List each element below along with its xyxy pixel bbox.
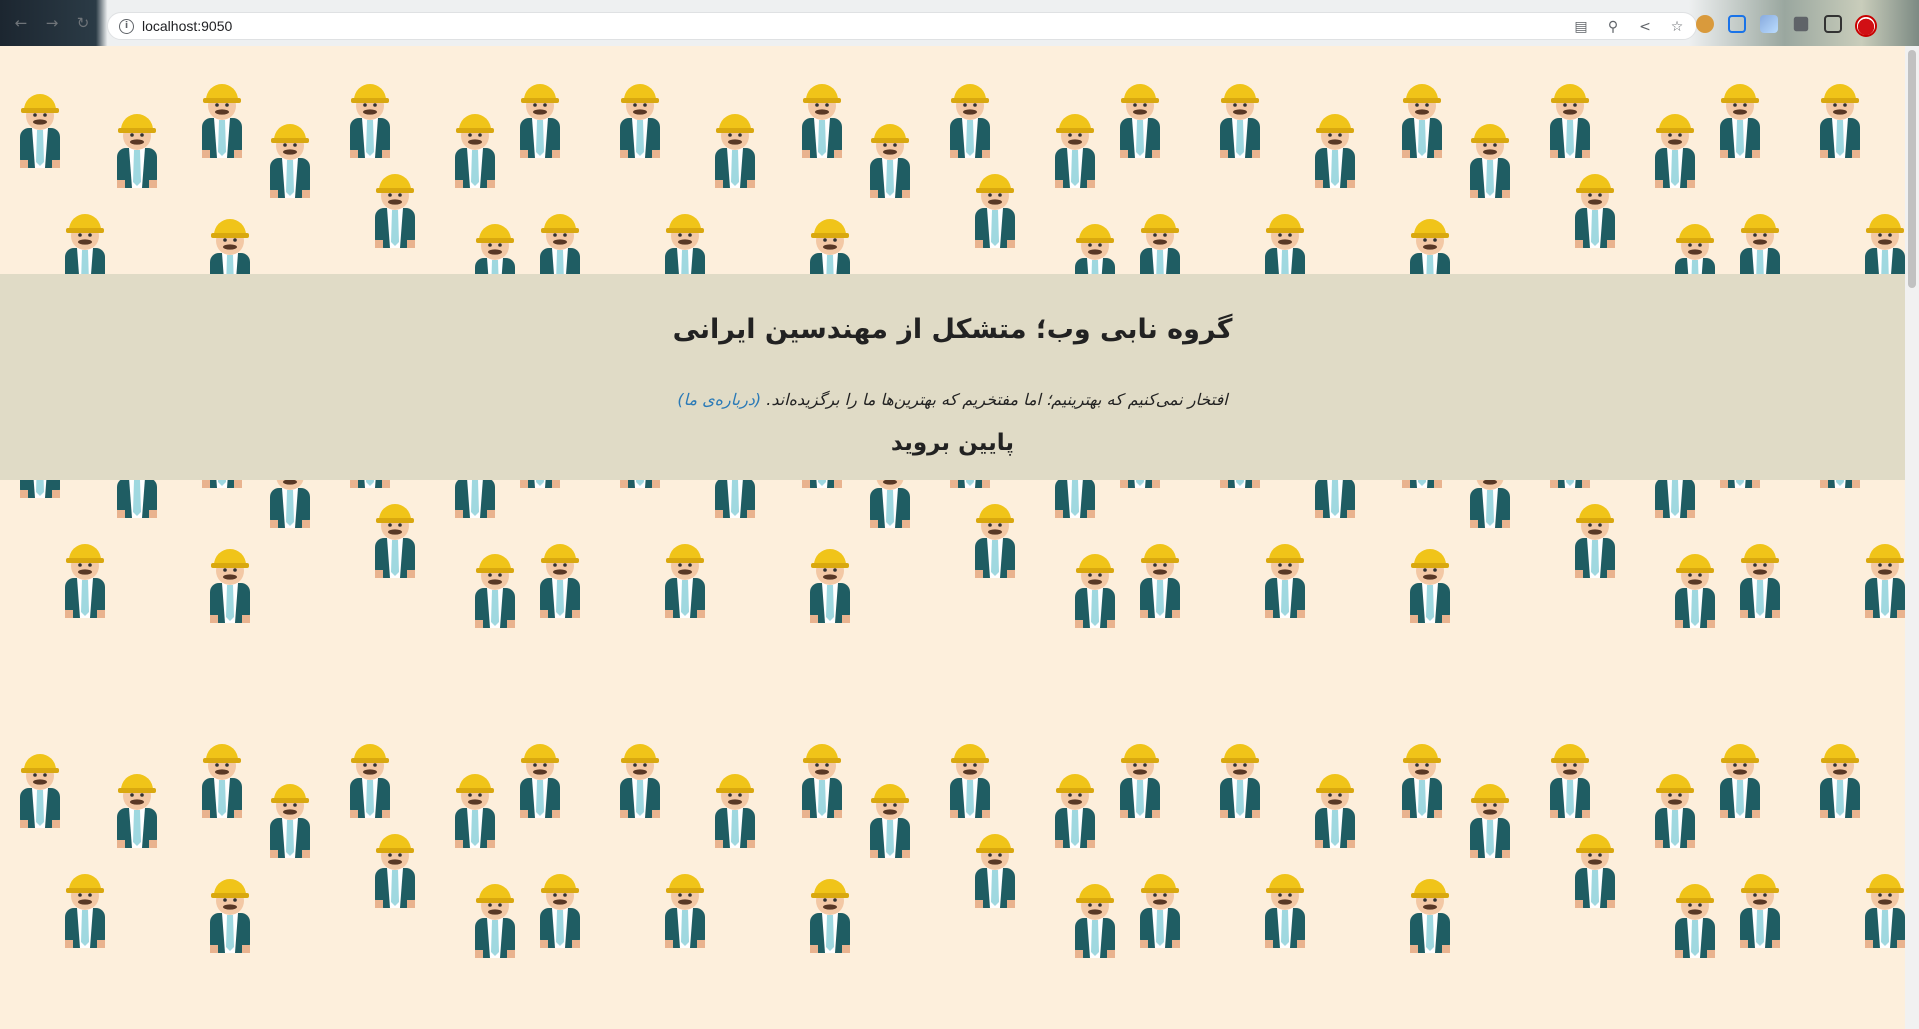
- back-arrow-icon[interactable]: ←: [12, 14, 30, 32]
- bookmark-star-icon[interactable]: ☆: [1666, 17, 1688, 37]
- profile-avatar[interactable]: [1855, 15, 1877, 37]
- site-info-icon[interactable]: i: [119, 19, 134, 34]
- engineer-pattern-bottom: [0, 706, 1905, 1029]
- address-bar[interactable]: i localhost:9050 ▤ ⚲ < ☆: [107, 12, 1697, 40]
- scrollbar-thumb[interactable]: [1908, 50, 1916, 288]
- feather-extension-icon[interactable]: [1760, 15, 1778, 33]
- puzzle-extensions-icon[interactable]: [1793, 16, 1809, 32]
- vertical-scrollbar[interactable]: [1905, 46, 1919, 1029]
- zoom-icon[interactable]: ⚲: [1602, 17, 1624, 37]
- translate-icon[interactable]: ▤: [1570, 17, 1592, 37]
- cookie-extension-icon[interactable]: [1696, 15, 1714, 33]
- hero-banner: گروه نابی وب؛ متشکل از مهندسین ایرانی اف…: [0, 274, 1905, 480]
- tagline: افتخار نمی‌کنیم که بهترینیم؛ اما مفتخریم…: [0, 390, 1905, 409]
- tagline-text: افتخار نمی‌کنیم که بهترینیم؛ اما مفتخریم…: [766, 390, 1228, 409]
- url-text[interactable]: localhost:9050: [142, 18, 232, 34]
- forward-arrow-icon[interactable]: →: [43, 14, 61, 32]
- engineer-icon-group: [20, 744, 1905, 958]
- page-content: گروه نابی وب؛ متشکل از مهندسین ایرانی اف…: [0, 46, 1905, 1029]
- page-title: گروه نابی وب؛ متشکل از مهندسین ایرانی: [672, 314, 1233, 345]
- about-us-link[interactable]: (درباره‌ی ما): [677, 390, 761, 409]
- scroll-down-hint[interactable]: پایین بروید: [0, 430, 1905, 456]
- share-icon[interactable]: <: [1634, 17, 1656, 37]
- screen-extension-icon[interactable]: [1728, 15, 1746, 33]
- sidepanel-icon[interactable]: [1824, 15, 1842, 33]
- reload-icon[interactable]: ↻: [74, 14, 92, 32]
- browser-toolbar: ← → ↻ i localhost:9050 ▤ ⚲ < ☆: [0, 0, 1919, 46]
- engineer-icon-group: [20, 84, 1905, 298]
